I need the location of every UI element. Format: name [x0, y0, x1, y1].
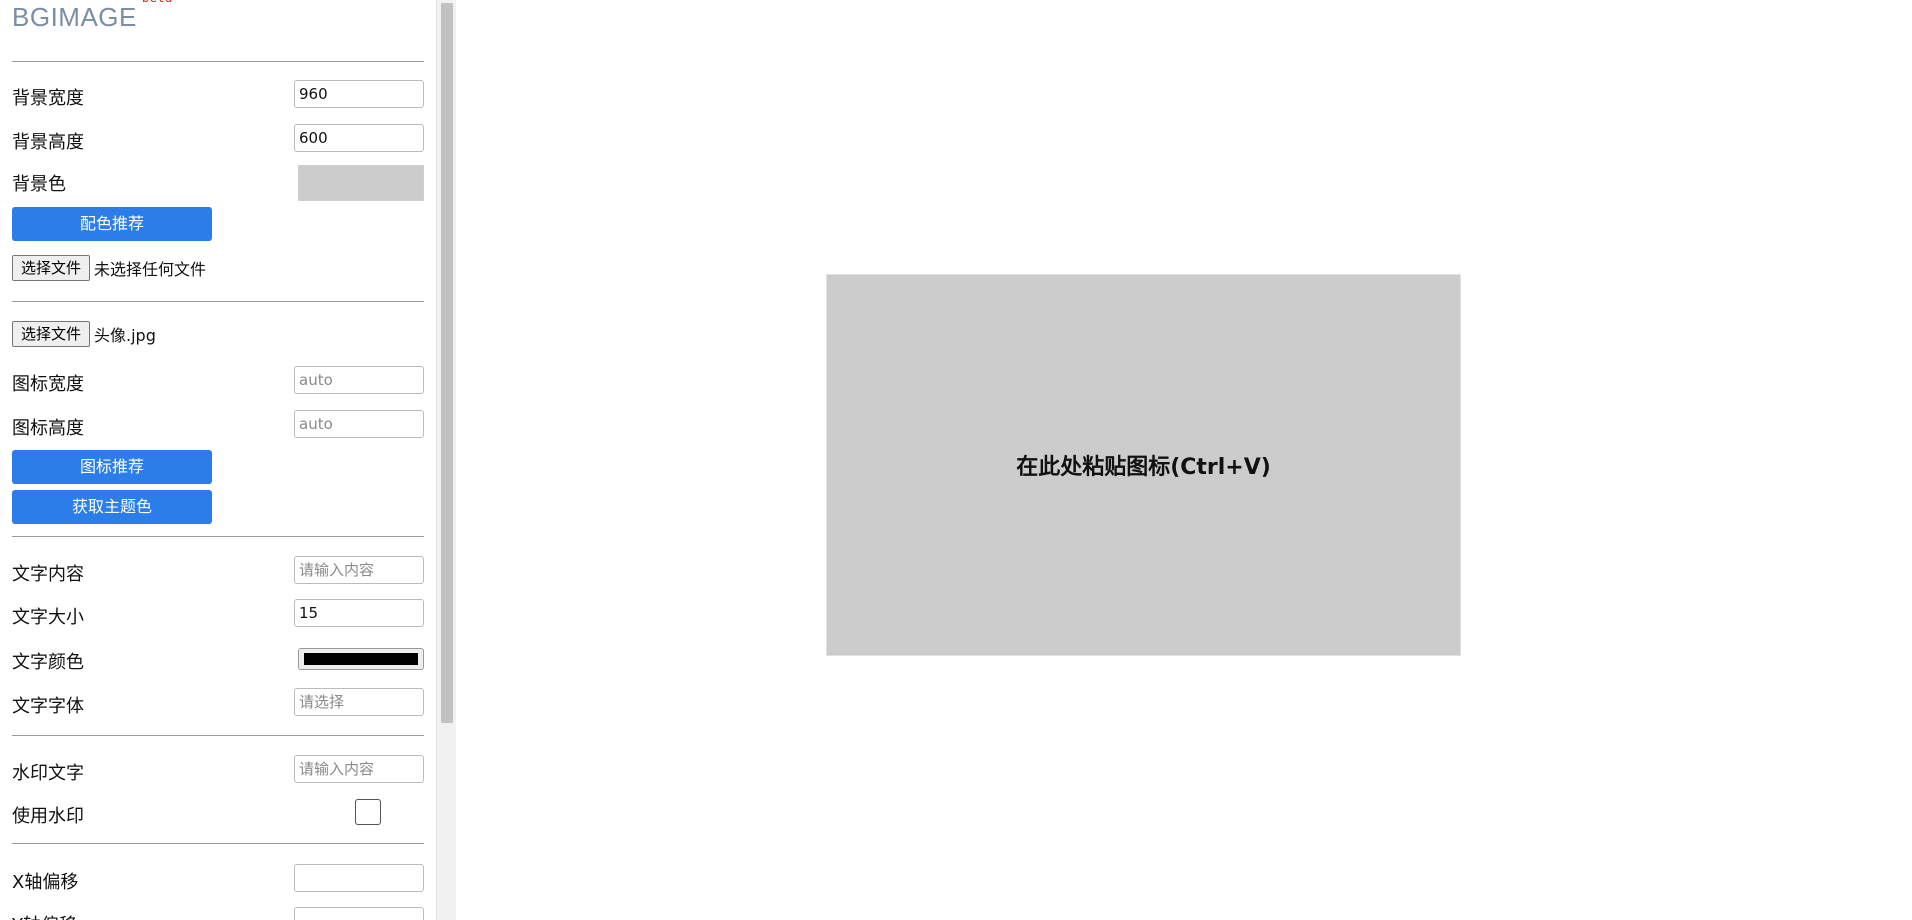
text-content-label: 文字内容	[12, 564, 84, 585]
background-color-label: 背景色	[12, 174, 66, 195]
icon-file-row: 选择文件 头像.jpg	[12, 321, 156, 351]
sidebar-scrollbar[interactable]	[436, 0, 456, 920]
beta-badge: beta	[142, 0, 173, 5]
divider	[12, 536, 424, 537]
background-width-row: 背景宽度	[12, 77, 424, 111]
background-file-row: 选择文件 未选择任何文件	[12, 255, 206, 285]
x-offset-row: X轴偏移	[12, 861, 424, 895]
icon-height-row: 图标高度	[12, 407, 424, 441]
watermark-text-row: 水印文字	[12, 752, 424, 786]
text-font-label: 文字字体	[12, 696, 84, 717]
background-color-row: 背景色	[12, 160, 424, 204]
y-offset-input[interactable]	[294, 907, 424, 920]
text-color-label: 文字颜色	[12, 652, 84, 673]
background-height-label: 背景高度	[12, 132, 84, 153]
watermark-checkbox[interactable]	[355, 799, 381, 825]
background-width-label: 背景宽度	[12, 88, 84, 109]
image-canvas[interactable]: 在此处粘贴图标(Ctrl+V)	[826, 274, 1461, 656]
y-offset-label: Y轴偏移	[12, 911, 77, 920]
icon-height-input[interactable]	[294, 410, 424, 438]
watermark-use-row: 使用水印	[12, 795, 424, 829]
icon-recommend-button[interactable]: 图标推荐	[12, 450, 212, 484]
palette-recommend-button[interactable]: 配色推荐	[12, 207, 212, 241]
divider	[12, 843, 424, 844]
icon-choose-file-button[interactable]: 选择文件	[12, 321, 91, 347]
icon-width-label: 图标宽度	[12, 374, 84, 395]
divider	[12, 61, 424, 62]
brand-logo: BGIMAGE beta	[12, 0, 173, 33]
watermark-use-label: 使用水印	[12, 806, 84, 827]
background-color-picker[interactable]	[298, 165, 424, 201]
paste-icon-prompt: 在此处粘贴图标(Ctrl+V)	[1016, 455, 1271, 480]
text-size-label: 文字大小	[12, 607, 84, 628]
settings-sidebar: BGIMAGEbeta 背景宽度 背景高度 背景色 配色推荐 选择文件未选择任何…	[0, 0, 436, 920]
background-height-row: 背景高度	[12, 121, 424, 155]
background-height-input[interactable]	[294, 124, 424, 152]
y-offset-row: Y轴偏移	[12, 904, 424, 920]
background-file-name: 未选择任何文件	[94, 260, 207, 279]
theme-color-button[interactable]: 获取主题色	[12, 490, 212, 524]
text-content-input[interactable]	[294, 556, 424, 584]
icon-width-row: 图标宽度	[12, 363, 424, 397]
text-content-row: 文字内容	[12, 553, 424, 587]
x-offset-input[interactable]	[294, 864, 424, 892]
icon-height-label: 图标高度	[12, 418, 84, 439]
text-color-swatch	[304, 653, 418, 665]
background-width-input[interactable]	[294, 80, 424, 108]
text-size-row: 文字大小	[12, 596, 424, 630]
text-font-select[interactable]	[294, 688, 424, 716]
divider	[12, 301, 424, 302]
x-offset-label: X轴偏移	[12, 872, 79, 893]
watermark-text-input[interactable]	[294, 755, 424, 783]
icon-file-name: 头像.jpg	[94, 326, 156, 345]
background-choose-file-button[interactable]: 选择文件	[12, 255, 91, 281]
text-color-row: 文字颜色	[12, 640, 424, 678]
brand-name: BGIMAGE	[12, 2, 137, 32]
scrollbar-thumb[interactable]	[441, 3, 453, 723]
text-font-row: 文字字体	[12, 685, 424, 719]
watermark-text-label: 水印文字	[12, 763, 84, 784]
divider	[12, 735, 424, 736]
icon-width-input[interactable]	[294, 366, 424, 394]
text-size-input[interactable]	[294, 599, 424, 627]
text-color-picker[interactable]	[298, 648, 424, 670]
